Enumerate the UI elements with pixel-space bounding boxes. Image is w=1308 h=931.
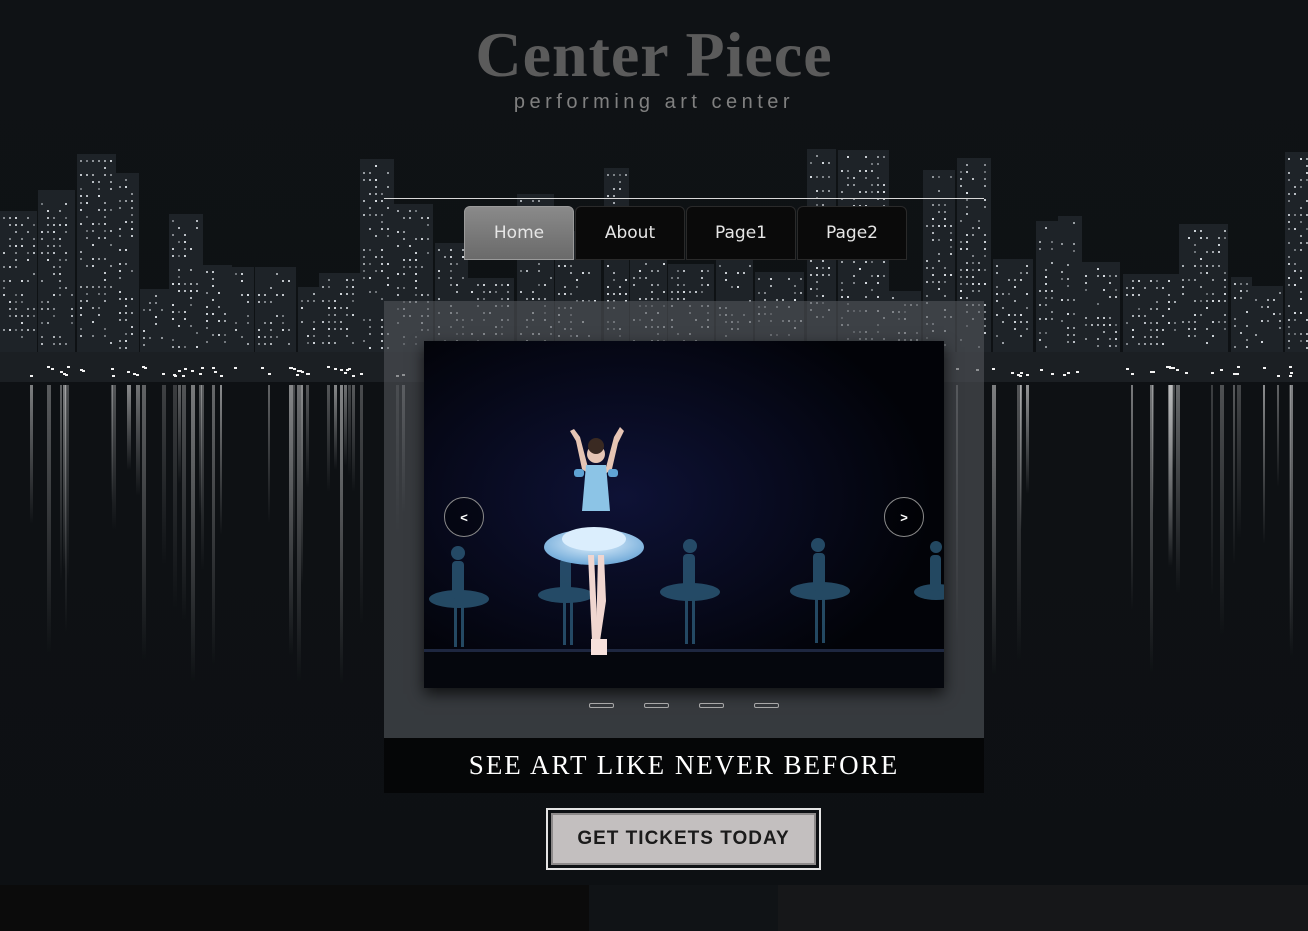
slider-dot-2[interactable] (644, 703, 669, 708)
nav-tab-about[interactable]: About (575, 206, 685, 260)
tagline-banner: SEE ART LIKE NEVER BEFORE (384, 738, 984, 793)
slider-panel: < > (384, 301, 984, 738)
nav-tab-home[interactable]: Home (464, 206, 574, 260)
slider-pagination (384, 703, 984, 708)
slider-dot-1[interactable] (589, 703, 614, 708)
slide-image-ballet (424, 341, 944, 688)
get-tickets-button[interactable]: GET TICKETS TODAY (551, 813, 816, 865)
site-title: Center Piece (475, 19, 833, 90)
site-subtitle: performing art center (513, 91, 795, 113)
nav-tab-page1[interactable]: Page1 (686, 206, 796, 260)
slider-dot-3[interactable] (699, 703, 724, 708)
main-nav: Home About Page1 Page2 (464, 206, 908, 260)
nav-divider (384, 198, 984, 199)
footer-block-middle (589, 885, 778, 931)
nav-tab-page2[interactable]: Page2 (797, 206, 907, 260)
slider-dot-4[interactable] (754, 703, 779, 708)
site-header: Center Piece performing art center (0, 22, 1308, 114)
slider-next-button[interactable]: > (884, 497, 924, 537)
footer-block-right (778, 885, 1308, 931)
slider-prev-button[interactable]: < (444, 497, 484, 537)
cta-frame: GET TICKETS TODAY (546, 808, 821, 870)
footer-block-left (0, 885, 589, 931)
